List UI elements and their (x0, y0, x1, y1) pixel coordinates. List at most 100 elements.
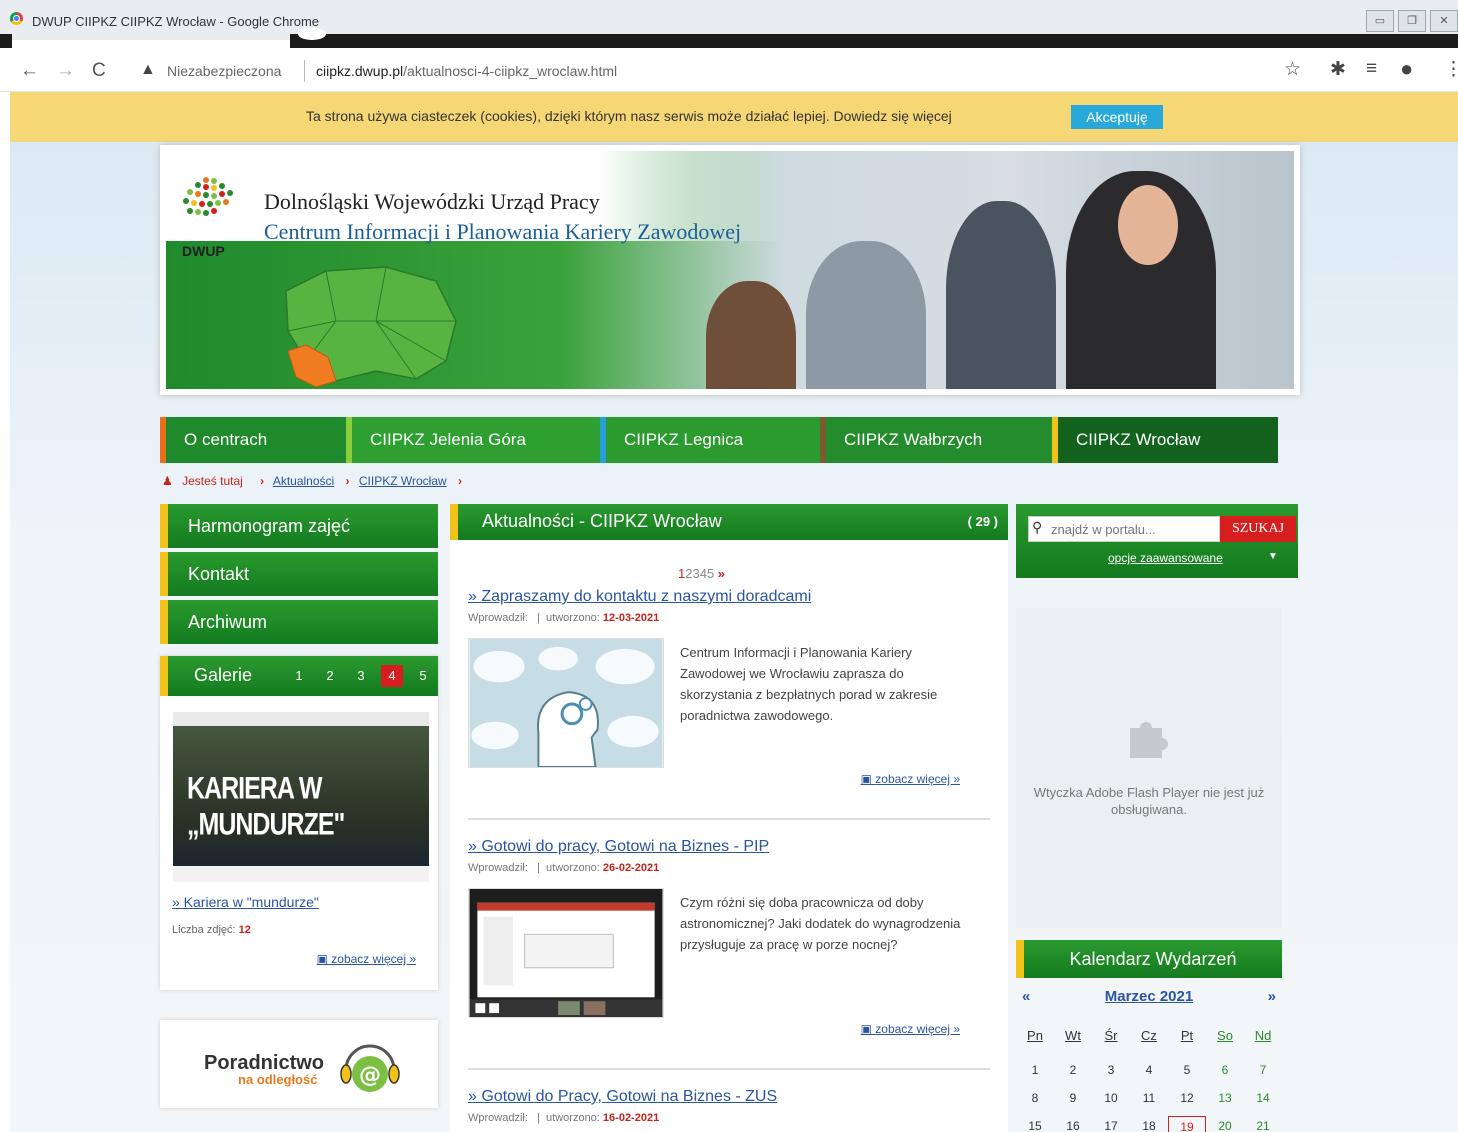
window-title: DWUP CIIPKZ CIIPKZ Wrocław - Google Chro… (32, 14, 320, 29)
left-nav-archiwum[interactable]: Archiwum (160, 600, 438, 644)
gallery-page-4[interactable]: 4 (381, 665, 403, 687)
calendar-day[interactable]: 14 (1244, 1088, 1282, 1108)
chevron-down-icon[interactable]: ▼ (1268, 551, 1278, 562)
gallery-count-value: 12 (238, 924, 251, 936)
breadcrumb-arrow-icon: › (458, 474, 463, 488)
minimize-button[interactable]: ▭ (1366, 10, 1394, 32)
omnibox-separator (304, 60, 305, 82)
calendar-day-today[interactable]: 19 (1168, 1116, 1206, 1132)
left-nav-harmonogram[interactable]: Harmonogram zajęć (160, 504, 438, 548)
calendar-day[interactable]: 5 (1168, 1060, 1206, 1080)
warning-icon[interactable]: ▲ (140, 61, 156, 79)
nav-ciipkz-legnica[interactable]: CIIPKZ Legnica (600, 417, 820, 463)
back-icon[interactable]: ← (20, 60, 39, 82)
gallery-image-footer (173, 866, 429, 882)
news-more-label: zobacz więcej » (875, 1022, 960, 1036)
restore-button[interactable]: ❐ (1398, 10, 1426, 32)
calendar-day[interactable]: 9 (1054, 1088, 1092, 1108)
calendar-title: Kalendarz Wydarzeń (1016, 940, 1282, 978)
header-banner[interactable]: DWUP Dolnośląski Wojewódzki Urząd Pracy … (160, 145, 1300, 395)
nav-ciipkz-walbrzych[interactable]: CIIPKZ Wałbrzych (820, 417, 1052, 463)
nav-ciipkz-wroclaw[interactable]: CIIPKZ Wrocław (1052, 417, 1278, 463)
news-more-link[interactable]: ▣ zobacz więcej » (861, 1022, 960, 1036)
close-button[interactable]: ✕ (1430, 10, 1458, 32)
news-divider (468, 818, 990, 820)
advanced-search-link[interactable]: opcje zaawansowane (1108, 551, 1223, 565)
gallery-page-2[interactable]: 2 (319, 665, 341, 687)
calendar-day[interactable]: 20 (1206, 1116, 1244, 1132)
news-created-label: utworzono: (546, 1112, 600, 1124)
menu-icon[interactable]: ⋮ (1444, 58, 1458, 81)
pager-page-3[interactable]: 3 (692, 566, 699, 581)
search-button[interactable]: SZUKAJ (1220, 516, 1296, 542)
calendar-day[interactable]: 2 (1054, 1060, 1092, 1080)
calendar-day[interactable]: 21 (1244, 1116, 1282, 1132)
news-description: Centrum Informacji i Planowania Kariery … (680, 645, 938, 723)
calendar-day[interactable]: 1 (1016, 1060, 1054, 1080)
news-pager: 12345 » (678, 566, 725, 581)
poradnictwo-banner[interactable]: Poradnictwo na odległość @ (160, 1020, 438, 1108)
gallery-page-1[interactable]: 1 (288, 665, 310, 687)
reading-list-icon[interactable]: ≡ (1366, 58, 1377, 80)
calendar-day[interactable]: 3 (1092, 1060, 1130, 1080)
news-more-link[interactable]: ▣ zobacz więcej » (861, 772, 960, 786)
profile-icon[interactable]: ● (1400, 56, 1413, 82)
pager-next-button[interactable]: » (718, 566, 725, 581)
news-meta: Wprowadził: | utworzono: 12-03-2021 (468, 612, 660, 624)
news-title[interactable]: » Gotowi do pracy, Gotowi na Biznes - PI… (468, 838, 990, 856)
calendar-day-header: Śr (1104, 1028, 1118, 1043)
news-created-label: utworzono: (546, 612, 600, 624)
calendar-day[interactable]: 4 (1130, 1060, 1168, 1080)
tab-strip (290, 28, 1458, 48)
forward-icon[interactable]: → (56, 60, 75, 82)
left-nav-kontakt[interactable]: Kontakt (160, 552, 438, 596)
news-section-title: Aktualności - CIIPKZ Wrocław (482, 511, 722, 531)
bookmark-star-icon[interactable]: ☆ (1284, 58, 1301, 81)
url-bar[interactable]: ciipkz.dwup.pl/aktualnosci-4-ciipkz_wroc… (316, 63, 617, 79)
calendar-next-button[interactable]: » (1268, 988, 1276, 1005)
breadcrumb-item-ciipkz-wroclaw[interactable]: CIIPKZ Wrocław (359, 474, 447, 488)
reload-icon[interactable]: C (92, 60, 106, 82)
nav-ciipkz-jelenia-gora[interactable]: CIIPKZ Jelenia Góra (346, 417, 600, 463)
calendar-day[interactable]: 10 (1092, 1088, 1130, 1108)
nav-o-centrach[interactable]: O centrach (160, 417, 346, 463)
news-more-label: zobacz więcej » (875, 772, 960, 786)
security-label[interactable]: Niezabezpieczona (167, 63, 281, 79)
gallery-page-3[interactable]: 3 (350, 665, 372, 687)
gallery-link[interactable]: » Kariera w "mundurze" (172, 894, 319, 910)
pager-page-4[interactable]: 4 (700, 566, 707, 581)
news-title[interactable]: » Zapraszamy do kontaktu z naszymi dorad… (468, 588, 990, 606)
calendar-day[interactable]: 8 (1016, 1088, 1054, 1108)
breadcrumb-item-aktualnosci[interactable]: Aktualności (273, 474, 334, 488)
calendar-day[interactable]: 12 (1168, 1088, 1206, 1108)
gallery-count-label: Liczba zdjęć: (172, 924, 236, 936)
calendar-day[interactable]: 11 (1130, 1088, 1168, 1108)
gallery-image[interactable]: KARIERA W „MUNDURZE" (173, 712, 429, 882)
news-title[interactable]: » Gotowi do Pracy, Gotowi na Biznes - ZU… (468, 1088, 990, 1106)
news-thumbnail[interactable] (468, 888, 664, 1018)
news-date: 12-03-2021 (602, 612, 660, 624)
search-box: ⚲ SZUKAJ opcje zaawansowane ▼ (1016, 504, 1298, 578)
extensions-icon[interactable]: ✱ (1330, 58, 1346, 81)
cookie-accept-button[interactable]: Akceptuję (1071, 105, 1163, 129)
calendar-day[interactable]: 13 (1206, 1088, 1244, 1108)
news-thumbnail[interactable] (468, 638, 664, 768)
logo-text: DWUP (182, 243, 225, 259)
left-nav: Harmonogram zajęć Kontakt Archiwum (160, 504, 438, 648)
tab-strip-left (0, 34, 12, 48)
gallery-more-link[interactable]: ▣ zobacz więcej » (317, 952, 416, 966)
pager-page-5[interactable]: 5 (707, 566, 714, 581)
calendar-day[interactable]: 6 (1206, 1060, 1244, 1080)
main-nav: O centrach CIIPKZ Jelenia Góra CIIPKZ Le… (160, 417, 1278, 463)
search-input[interactable] (1028, 516, 1220, 542)
gallery-page-5[interactable]: 5 (412, 665, 434, 687)
calendar-day[interactable]: 15 (1016, 1116, 1054, 1132)
calendar-day[interactable]: 16 (1054, 1116, 1092, 1132)
calendar-day[interactable]: 18 (1130, 1116, 1168, 1132)
calendar-month[interactable]: Marzec 2021 (1016, 988, 1282, 1005)
calendar-day[interactable]: 17 (1092, 1116, 1130, 1132)
breadcrumb: ♟ Jesteś tutaj › Aktualności › CIIPKZ Wr… (162, 474, 468, 488)
news-meta: Wprowadził: | utworzono: 26-02-2021 (468, 862, 660, 874)
calendar-day[interactable]: 7 (1244, 1060, 1282, 1080)
person-2-image (806, 241, 926, 389)
